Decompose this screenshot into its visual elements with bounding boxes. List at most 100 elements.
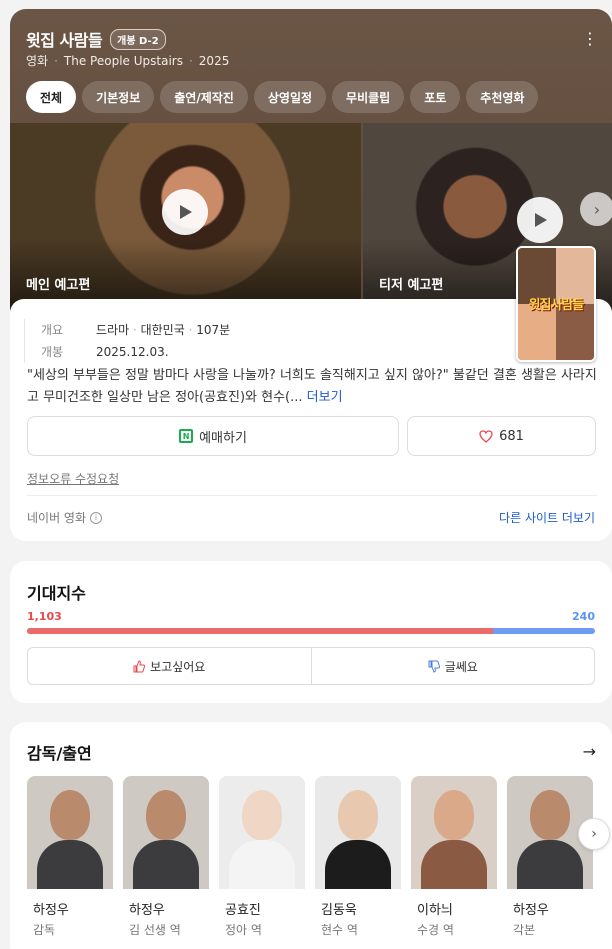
cast-name: 이하늬	[417, 903, 453, 918]
release-label: 개봉	[41, 345, 64, 359]
cast-photo-head	[242, 790, 282, 840]
action-buttons: N 예매하기 681	[27, 416, 596, 456]
release-date: 2025.12.03.	[96, 345, 169, 359]
movie-info-card: 윗집 사람들 개봉 D-2 ⋮ 영화 · The People Upstairs…	[10, 9, 612, 541]
tab-basic-info[interactable]: 기본정보	[82, 81, 155, 113]
cast-photo	[27, 776, 113, 889]
cast-photo	[123, 776, 209, 889]
source-name: 네이버 영화	[27, 511, 87, 525]
meh-count: 240	[572, 610, 595, 623]
meh-button[interactable]: 글쎄요	[310, 648, 595, 684]
cast-item[interactable]: 공효진 정아 역	[219, 776, 305, 938]
separator-dot: ·	[54, 53, 58, 68]
cast-photo-head	[146, 790, 186, 840]
category-label: 영화	[26, 54, 49, 68]
cast-photo-body	[37, 840, 103, 889]
movie-meta: 개요 드라마 · 대한민국 · 107분 개봉 2025.12.03.	[24, 319, 230, 363]
divider	[27, 495, 597, 496]
thumbs-down-icon	[428, 660, 440, 673]
cast-photo-body	[133, 840, 199, 889]
cast-item[interactable]: 김동욱 현수 역	[315, 776, 401, 938]
more-options-icon[interactable]: ⋮	[582, 31, 598, 47]
cast-name: 공효진	[225, 903, 261, 918]
chevron-right-icon[interactable]: ›	[580, 192, 612, 226]
movie-title[interactable]: 윗집 사람들	[26, 27, 103, 51]
overview-label: 개요	[41, 323, 64, 337]
expectation-bar	[27, 628, 595, 634]
want-to-see-button[interactable]: 보고싶어요	[28, 648, 311, 684]
overview-value: 드라마 · 대한민국 · 107분	[96, 319, 230, 341]
want-count: 1,103	[27, 610, 62, 623]
genre[interactable]: 드라마	[96, 323, 129, 337]
play-icon[interactable]	[517, 197, 563, 243]
reserve-button[interactable]: N 예매하기	[27, 416, 399, 456]
tab-photos[interactable]: 포토	[410, 81, 461, 113]
like-count: 681	[499, 428, 524, 444]
synopsis: "세상의 부부들은 정말 밤마다 사랑을 나눌까? 너희도 솔직해지고 싶지 않…	[27, 365, 597, 409]
cast-photo-head	[50, 790, 90, 840]
separator-dot: ·	[188, 53, 193, 68]
cast-photo-head	[530, 790, 570, 840]
cast-name: 하정우	[33, 903, 69, 918]
cast-item[interactable]: 이하늬 수경 역	[411, 776, 497, 938]
synopsis-more-link[interactable]: 더보기	[307, 390, 343, 405]
video-label: 메인 예고편	[26, 278, 91, 293]
release-dday-badge: 개봉 D-2	[110, 28, 166, 50]
heart-icon	[479, 429, 493, 443]
tab-all[interactable]: 전체	[26, 81, 77, 113]
cast-role: 정아 역	[225, 923, 262, 937]
play-icon[interactable]	[162, 189, 208, 235]
vote-buttons: 보고싶어요 글쎄요	[27, 647, 595, 685]
cast-photo-body	[325, 840, 391, 889]
cast-role: 수경 역	[417, 923, 454, 937]
meh-label: 글쎄요	[444, 659, 478, 674]
cast-name: 하정우	[129, 903, 165, 918]
want-bar-fill	[27, 628, 494, 634]
tab-cast-crew[interactable]: 출연/제작진	[160, 81, 248, 113]
country[interactable]: 대한민국	[141, 323, 185, 337]
info-icon[interactable]: i	[90, 511, 103, 524]
cast-role: 감독	[33, 923, 56, 937]
cast-photo	[411, 776, 497, 889]
english-title: The People Upstairs	[63, 53, 183, 68]
cast-photo-body	[421, 840, 487, 889]
cast-name: 하정우	[513, 903, 549, 918]
cast-name: 김동욱	[321, 903, 357, 918]
release-year: 2025	[198, 53, 230, 68]
expectation-card: 기대지수 1,103 240 보고싶어요 글쎄요	[10, 561, 612, 703]
tab-recommended[interactable]: 추천영화	[466, 81, 539, 113]
tab-movie-clips[interactable]: 무비클립	[332, 81, 405, 113]
thumbs-up-icon	[133, 659, 146, 672]
movie-subtitle: 영화 · The People Upstairs · 2025	[26, 52, 229, 69]
cast-photo	[219, 776, 305, 889]
cast-title: 감독/출연	[27, 744, 92, 763]
cast-photo	[315, 776, 401, 889]
section-tabs: 전체 기본정보 출연/제작진 상영일정 무비클립 포토 추천영화	[26, 81, 539, 113]
tab-showtimes[interactable]: 상영일정	[253, 81, 327, 113]
runtime: 107분	[196, 323, 231, 337]
naver-reserve-icon: N	[179, 429, 194, 443]
arrow-right-icon[interactable]: →	[583, 742, 596, 761]
other-sites-link[interactable]: 다른 사이트 더보기	[499, 509, 595, 526]
source-info: 네이버 영화 i	[27, 509, 103, 526]
cast-photo-body	[229, 840, 295, 889]
poster-title: 윗집사람들	[528, 298, 585, 313]
cast-item[interactable]: 하정우 김 선생 역	[123, 776, 209, 938]
cast-photo-head	[434, 790, 474, 840]
movie-poster[interactable]: 윗집사람들	[516, 246, 596, 362]
chevron-right-icon[interactable]: ›	[578, 818, 610, 850]
cast-role: 김 선생 역	[129, 923, 181, 937]
separator-dot: ·	[132, 323, 141, 337]
cast-card: 감독/출연 → 하정우 감독 하정우 김 선생 역 공효진 정아 역 김동욱 현…	[10, 722, 612, 949]
cast-list: 하정우 감독 하정우 김 선생 역 공효진 정아 역 김동욱 현수 역 이하늬 …	[27, 776, 593, 938]
report-error-link[interactable]: 정보오류 수정요청	[27, 470, 119, 487]
cast-item[interactable]: 하정우 각본	[507, 776, 593, 938]
cast-role: 각본	[513, 923, 536, 937]
expectation-title: 기대지수	[27, 584, 86, 603]
like-button[interactable]: 681	[407, 416, 596, 456]
cast-photo-body	[517, 840, 583, 889]
cast-role: 현수 역	[321, 923, 358, 937]
main-trailer-video[interactable]: 메인 예고편	[10, 123, 361, 309]
reserve-label: 예매하기	[199, 430, 247, 446]
cast-item[interactable]: 하정우 감독	[27, 776, 113, 938]
